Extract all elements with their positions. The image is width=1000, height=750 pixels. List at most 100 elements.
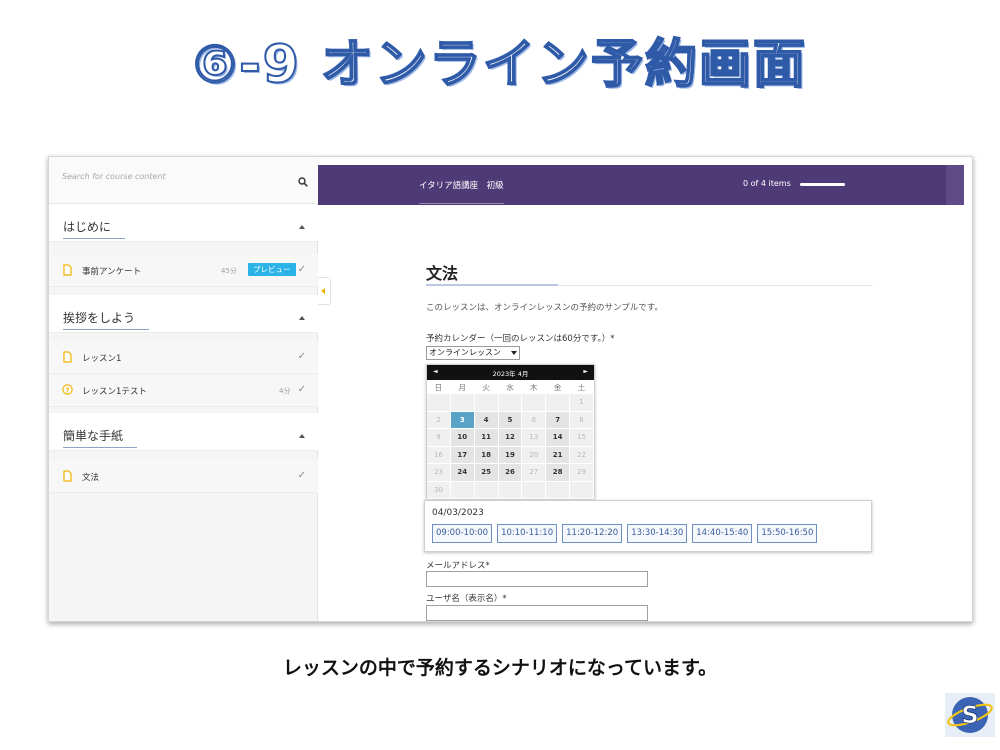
calendar-day[interactable]: 19 (498, 446, 523, 464)
calendar-empty-cell (498, 394, 523, 412)
svg-text:S: S (961, 701, 978, 729)
document-icon (63, 264, 72, 276)
username-label: ユーザ名（表示名）* (426, 594, 507, 604)
section-title: 挨拶をしよう (63, 309, 150, 330)
calendar-select[interactable]: オンラインレッスン (426, 346, 520, 360)
calendar-day[interactable]: 12 (498, 429, 523, 447)
calendar-empty-cell (474, 481, 499, 499)
course-topbar: イタリア語講座 初級 0 of 4 items (318, 165, 964, 205)
calendar-day-disabled: 20 (522, 446, 547, 464)
duration-label: 45分 (221, 267, 237, 275)
time-slot-list: 09:00-10:00 10:10-11:10 11:20-12:20 13:30-1… (432, 524, 818, 543)
weekday-label: 金 (546, 381, 571, 394)
calendar-day[interactable]: 28 (546, 464, 571, 482)
calendar-day-disabled: 15 (570, 429, 594, 447)
time-slot-button[interactable]: 11:20-12:20 (562, 524, 623, 543)
search-icon[interactable] (298, 177, 308, 187)
lesson-item[interactable]: 事前アンケート 45分 プレビュー ✓ (49, 254, 318, 287)
calendar-day[interactable]: 25 (474, 464, 499, 482)
calendar-day-disabled: 13 (522, 429, 547, 447)
calendar-empty-cell (498, 481, 523, 499)
time-slot-button[interactable]: 15:50-16:50 (757, 524, 818, 543)
lesson-item-label: レッスン1テスト (82, 387, 147, 397)
slide-title: ⑥-9 オンライン予約画面 (192, 34, 807, 96)
calendar-day[interactable]: 26 (498, 464, 523, 482)
section-title: はじめに (63, 218, 126, 239)
question-icon: ? (62, 384, 73, 395)
slide-caption: レッスンの中で予約するシナリオになっています。 (282, 657, 718, 679)
section-header[interactable]: 挨拶をしよう (49, 295, 318, 333)
course-sidebar: Search for course content はじめに 事前アンケート 4… (49, 157, 318, 621)
progress-text: 0 of 4 items (743, 179, 791, 188)
title-underline (426, 284, 558, 286)
time-slot-panel: 04/03/2023 09:00-10:00 10:10-11:10 11:20-1… (424, 500, 872, 552)
collapse-icon[interactable] (299, 316, 305, 320)
course-title-tab[interactable]: イタリア語講座 初級 (419, 179, 504, 204)
email-field[interactable] (426, 571, 648, 587)
check-icon: ✓ (297, 351, 306, 362)
sidebar-toggle[interactable] (318, 277, 331, 305)
calendar-day[interactable]: 14 (546, 429, 571, 447)
lesson-item[interactable]: ? レッスン1テスト 4分 ✓ (49, 374, 318, 407)
duration-label: 4分 (279, 387, 291, 395)
booking-calendar: ◄ 2023年 4月 ► 日月火水木金土 1 2 3 4 5 6 7 8 9 10 11 12 13 14 1… (426, 364, 595, 499)
calendar-day[interactable]: 11 (474, 429, 499, 447)
calendar-day-disabled: 16 (427, 446, 451, 464)
calendar-month: 2023年 4月 (492, 370, 529, 378)
time-slot-button[interactable]: 09:00-10:00 (432, 524, 493, 543)
calendar-empty-cell (570, 481, 594, 499)
username-field[interactable] (426, 605, 648, 621)
calendar-day-disabled: 1 (570, 394, 594, 412)
time-slot-button[interactable]: 10:10-11:10 (497, 524, 558, 543)
course-search[interactable]: Search for course content (49, 157, 318, 204)
calendar-day[interactable]: 21 (546, 446, 571, 464)
calendar-day-disabled: 30 (427, 481, 451, 499)
progress-bar (800, 183, 845, 186)
email-label: メールアドレス* (426, 561, 490, 571)
calendar-day-disabled: 8 (570, 411, 594, 429)
check-icon: ✓ (297, 264, 306, 275)
calendar-day-disabled: 6 (522, 411, 547, 429)
lesson-item-label: レッスン1 (82, 354, 122, 364)
calendar-day[interactable]: 18 (474, 446, 499, 464)
calendar-day-selected[interactable]: 3 (450, 411, 475, 429)
topbar-edge (946, 165, 964, 205)
section-title: 簡単な手紙 (63, 427, 138, 448)
section-header[interactable]: 簡単な手紙 (49, 413, 318, 451)
lesson-item[interactable]: 文法 ✓ (49, 460, 318, 493)
search-input[interactable]: Search for course content (62, 172, 166, 181)
chevron-down-icon (511, 351, 517, 355)
calendar-day-disabled: 27 (522, 464, 547, 482)
lesson-item[interactable]: レッスン1 ✓ (49, 341, 318, 374)
calendar-day-disabled: 23 (427, 464, 451, 482)
lesson-intro: このレッスンは、オンラインレッスンの予約のサンプルです。 (426, 303, 663, 313)
lesson-item-label: 文法 (82, 473, 100, 483)
lms-screenshot: Search for course content はじめに 事前アンケート 4… (48, 156, 973, 622)
calendar-day-disabled: 2 (427, 411, 451, 429)
check-icon: ✓ (297, 384, 306, 395)
calendar-grid: 日月火水木金土 1 2 3 4 5 6 7 8 9 10 11 12 13 14 15 16 17 18 19 20 21… (427, 381, 594, 499)
collapse-icon[interactable] (299, 434, 305, 438)
weekday-label: 木 (522, 381, 547, 394)
calendar-empty-cell (522, 394, 547, 412)
calendar-day[interactable]: 10 (450, 429, 475, 447)
section-header[interactable]: はじめに (49, 204, 318, 242)
next-month-button[interactable]: ► (583, 368, 588, 375)
calendar-day-disabled: 29 (570, 464, 594, 482)
calendar-day[interactable]: 24 (450, 464, 475, 482)
calendar-day-disabled: 9 (427, 429, 451, 447)
document-icon (63, 351, 72, 363)
collapse-icon[interactable] (299, 225, 305, 229)
calendar-label: 予約カレンダー（一回のレッスンは60分です。）* (426, 334, 615, 344)
calendar-empty-cell (546, 394, 571, 412)
calendar-day[interactable]: 4 (474, 411, 499, 429)
document-icon (63, 470, 72, 482)
calendar-day[interactable]: 7 (546, 411, 571, 429)
selected-date: 04/03/2023 (432, 508, 484, 518)
calendar-day[interactable]: 5 (498, 411, 523, 429)
calendar-day[interactable]: 17 (450, 446, 475, 464)
time-slot-button[interactable]: 14:40-15:40 (692, 524, 753, 543)
time-slot-button[interactable]: 13:30-14:30 (627, 524, 688, 543)
weekday-label: 月 (450, 381, 475, 394)
weekday-label: 日 (427, 381, 451, 394)
